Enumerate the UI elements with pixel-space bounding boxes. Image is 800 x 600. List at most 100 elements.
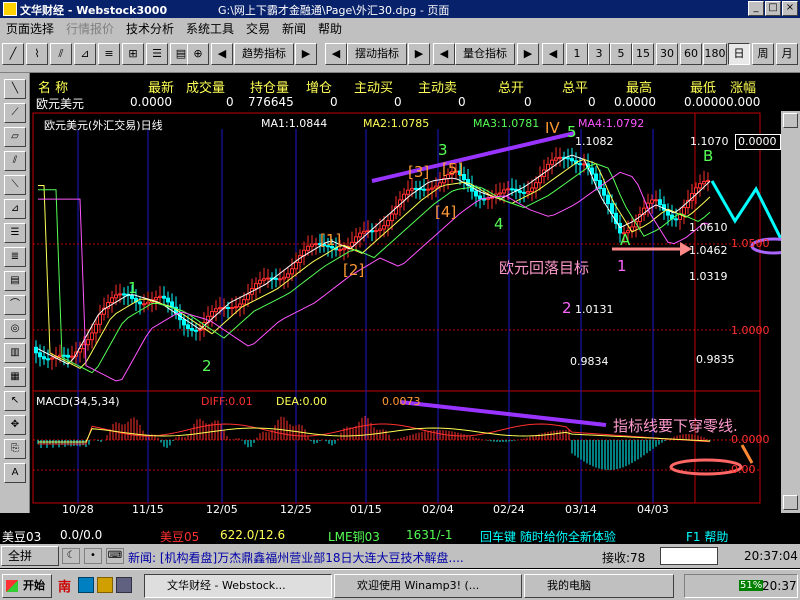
task-winamp[interactable]: 欢迎使用 Winamp3! (... (334, 574, 522, 598)
scroll-up-icon[interactable] (783, 113, 798, 128)
quicklaunch-nan-icon[interactable]: 南 (58, 576, 76, 595)
ticker-3-name[interactable]: LME铜03 (328, 528, 380, 545)
period-180min[interactable]: 180 (703, 43, 727, 65)
punct-icon[interactable]: • (84, 548, 102, 564)
grid-tool-icon[interactable]: ▤ (4, 271, 26, 291)
col-total-open: 总开 (498, 81, 525, 96)
period-60min[interactable]: 60 (680, 43, 702, 65)
wave-label-2: 2 (202, 357, 212, 375)
parallel-tool-icon[interactable]: ⫽ (4, 151, 26, 171)
menu-help[interactable]: 帮助 (318, 20, 342, 37)
candle-body (218, 307, 222, 310)
cursor-tool-icon[interactable]: ↖ (4, 391, 26, 411)
prev-swing-icon[interactable]: ◀ (325, 43, 347, 65)
arc-tool-icon[interactable]: ◎ (4, 319, 26, 339)
next-indicator-icon[interactable]: ▶ (295, 43, 317, 65)
candle-body (94, 323, 98, 334)
period-month[interactable]: 月 (776, 43, 798, 65)
menu-trade[interactable]: 交易 (246, 20, 270, 37)
gann-icon[interactable]: ⊞ (122, 43, 144, 65)
maximize-button[interactable]: □ (765, 1, 781, 16)
candle-body (230, 306, 234, 309)
line-tool-icon[interactable]: ╲ (4, 79, 26, 99)
candle-body (214, 308, 218, 313)
menu-technical[interactable]: 技术分析 (126, 20, 174, 37)
menu-tools[interactable]: 系统工具 (186, 20, 234, 37)
news-status-bar: 全拼 ☾ • ⌨ 新闻: [机构看盘]万杰鼎鑫福州营业部18日大连大豆技术解盘.… (0, 544, 800, 568)
next-volume-icon[interactable]: ▶ (517, 43, 539, 65)
period-left-icon[interactable]: ◀ (542, 43, 564, 65)
quicklaunch-desktop-icon[interactable] (116, 577, 132, 593)
fan-icon[interactable]: ⊿ (74, 43, 96, 65)
candle-body (354, 236, 358, 243)
quote-volume: 0 (226, 95, 234, 109)
chart-area[interactable]: 欧元美元(外汇交易)日线 MA1:1.0844 MA2:1.0785 MA3:1… (30, 111, 781, 516)
quote-oi-change: 0 (330, 95, 338, 109)
zero-cross-annotation: 指标线要下穿零线. (613, 417, 738, 435)
next-swing-icon[interactable]: ▶ (408, 43, 430, 65)
swing-indicator-button[interactable]: 摆动指标 (347, 43, 407, 65)
period-3min[interactable]: 3 (588, 43, 610, 65)
price-1-1082: 1.1082 (575, 135, 614, 148)
quicklaunch-ie-icon[interactable] (78, 577, 94, 593)
app-icon (3, 2, 17, 16)
gann-tool-icon[interactable]: ⊿ (4, 199, 26, 219)
text-tool-icon[interactable]: A (4, 463, 26, 483)
channel-icon[interactable]: ⫽ (50, 43, 72, 65)
status-time: 20:37:04 (744, 549, 798, 563)
menu-page-select[interactable]: 页面选择 (6, 20, 54, 37)
candle-body (570, 158, 574, 162)
move-tool-icon[interactable]: ✥ (4, 415, 26, 435)
period-30min[interactable]: 30 (656, 43, 678, 65)
close-button[interactable]: × (782, 1, 798, 16)
target-1-label: 1 (617, 257, 627, 275)
keyboard-icon[interactable]: ⌨ (106, 548, 124, 564)
fib-tool-icon[interactable]: ☰ (4, 223, 26, 243)
wave-label-3: 3 (438, 141, 448, 159)
ray-tool-icon[interactable]: ⟋ (4, 103, 26, 123)
task-my-computer[interactable]: 我的电脑 (524, 574, 674, 598)
period-5min[interactable]: 5 (610, 43, 632, 65)
polyline-icon[interactable]: ⌇ (26, 43, 48, 65)
period-1min[interactable]: 1 (566, 43, 588, 65)
right-scrollbar[interactable] (781, 111, 800, 513)
prev-volume-icon[interactable]: ◀ (433, 43, 455, 65)
ticker-2-name[interactable]: 美豆05 (160, 528, 199, 545)
trend-line-icon[interactable]: ╱ (2, 43, 24, 65)
menu-quote[interactable]: 行情报价 (66, 20, 114, 37)
scroll-down-icon[interactable] (783, 495, 798, 510)
volume-indicator-button[interactable]: 量仓指标 (455, 43, 515, 65)
regression-tool-icon[interactable]: ⟍ (4, 175, 26, 195)
col-volume: 成交量 (186, 81, 226, 96)
candle-body (38, 352, 42, 358)
cycle-tool-icon[interactable]: ⌒ (4, 295, 26, 315)
zero-cross-arrow (740, 444, 754, 464)
input-method-button[interactable]: 全拼 (1, 546, 59, 566)
date-label-2: 12/05 (206, 503, 238, 516)
zoom-icon[interactable]: ⊕ (187, 43, 209, 65)
news-ticker[interactable]: 新闻: [机构看盘]万杰鼎鑫福州营业部18日大连大豆技术解盘.... (128, 549, 464, 566)
task-webstock[interactable]: 文华财经 - Webstock... (144, 574, 332, 598)
moon-icon[interactable]: ☾ (62, 548, 80, 564)
parallel-icon[interactable]: ≡ (98, 43, 120, 65)
period-week[interactable]: 周 (752, 43, 774, 65)
candle-body (498, 192, 502, 195)
candle-body (414, 187, 418, 190)
copy-tool-icon[interactable]: ⎘ (4, 439, 26, 459)
levels-tool-icon[interactable]: ≣ (4, 247, 26, 267)
price-1-0319: 1.0319 (689, 270, 728, 283)
period-day[interactable]: 日 (728, 43, 750, 65)
minimize-button[interactable]: _ (748, 1, 764, 16)
quicklaunch-folder-icon[interactable] (97, 577, 113, 593)
menu-news[interactable]: 新闻 (282, 20, 306, 37)
ticker-1-name[interactable]: 美豆03 (2, 528, 41, 545)
box-tool-icon[interactable]: ▥ (4, 343, 26, 363)
prev-indicator-icon[interactable]: ◀ (211, 43, 233, 65)
channel-tool-icon[interactable]: ▱ (4, 127, 26, 147)
period-15min[interactable]: 15 (632, 43, 654, 65)
col-high: 最高 (626, 81, 653, 96)
fib-icon[interactable]: ☰ (146, 43, 168, 65)
candle-body (566, 157, 570, 160)
trend-indicator-button[interactable]: 趋势指标 (234, 43, 294, 65)
bars-tool-icon[interactable]: ▦ (4, 367, 26, 387)
